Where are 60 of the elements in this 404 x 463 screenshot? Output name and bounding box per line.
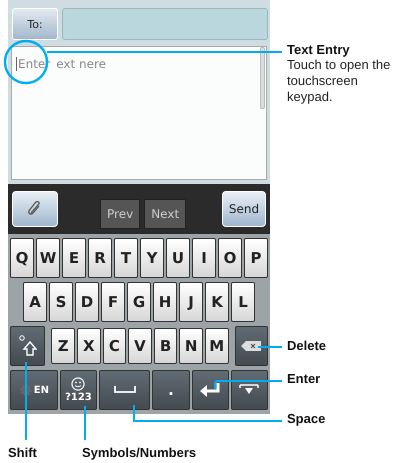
hide-key[interactable] — [230, 370, 268, 410]
leader-line — [84, 406, 86, 440]
key[interactable]: S — [49, 282, 73, 322]
leader-line — [258, 346, 282, 348]
key[interactable]: J — [179, 282, 203, 322]
symbols-key[interactable]: ?123 — [60, 370, 98, 410]
key[interactable]: B — [154, 328, 178, 364]
key[interactable]: X — [76, 328, 101, 364]
key[interactable]: I — [192, 238, 216, 278]
callout-title: Shift — [8, 445, 37, 460]
key[interactable]: E — [62, 238, 86, 278]
callout-title: Text Entry — [287, 42, 351, 57]
period-key[interactable]: . — [152, 370, 190, 410]
key[interactable]: W — [36, 238, 60, 278]
next-button[interactable]: Next — [144, 199, 186, 229]
callout-title: Enter — [287, 371, 320, 386]
smiley-icon — [71, 377, 86, 391]
settings-key[interactable]: EN — [10, 370, 58, 410]
callout-title: Delete — [287, 338, 326, 353]
space-key[interactable] — [99, 370, 150, 410]
callout-title: Symbols/Numbers — [82, 445, 196, 460]
space-icon — [114, 386, 136, 394]
recipient-field[interactable] — [62, 8, 268, 40]
scroll-bar — [260, 47, 265, 109]
key[interactable]: Q — [10, 238, 34, 278]
key[interactable]: G — [127, 282, 151, 322]
shift-key[interactable] — [10, 326, 46, 366]
key[interactable]: R — [88, 238, 112, 278]
placeholder-text: ext nere — [56, 57, 106, 71]
attach-button[interactable] — [12, 191, 58, 227]
prev-button[interactable]: Prev — [100, 199, 140, 229]
leader-line — [214, 380, 282, 389]
paperclip-icon — [28, 201, 42, 217]
key[interactable]: O — [218, 238, 242, 278]
enter-icon — [199, 382, 222, 398]
callout-title: Space — [287, 411, 326, 426]
key[interactable]: H — [153, 282, 177, 322]
key[interactable]: N — [179, 328, 203, 364]
key[interactable]: P — [244, 238, 268, 278]
enter-key[interactable] — [192, 370, 229, 410]
key[interactable]: M — [204, 328, 229, 364]
key[interactable]: Y — [140, 238, 164, 278]
key[interactable]: T — [114, 238, 138, 278]
shift-icon — [18, 335, 37, 357]
key[interactable]: Z — [51, 328, 75, 364]
hide-keyboard-icon — [239, 384, 260, 396]
key[interactable]: C — [102, 328, 126, 364]
key[interactable]: V — [128, 328, 152, 364]
to-button[interactable]: To: — [12, 8, 58, 40]
key[interactable]: U — [166, 238, 190, 278]
callout-text: Touch to open the touchscreen keypad. — [287, 57, 392, 105]
key[interactable]: L — [231, 282, 255, 322]
backspace-icon — [241, 341, 262, 351]
key[interactable]: K — [205, 282, 229, 322]
key[interactable]: F — [101, 282, 125, 322]
delete-key[interactable] — [234, 326, 268, 366]
gear-icon — [18, 383, 33, 397]
key[interactable]: A — [23, 282, 47, 322]
send-button[interactable]: Send — [222, 191, 266, 227]
key[interactable]: D — [75, 282, 99, 322]
